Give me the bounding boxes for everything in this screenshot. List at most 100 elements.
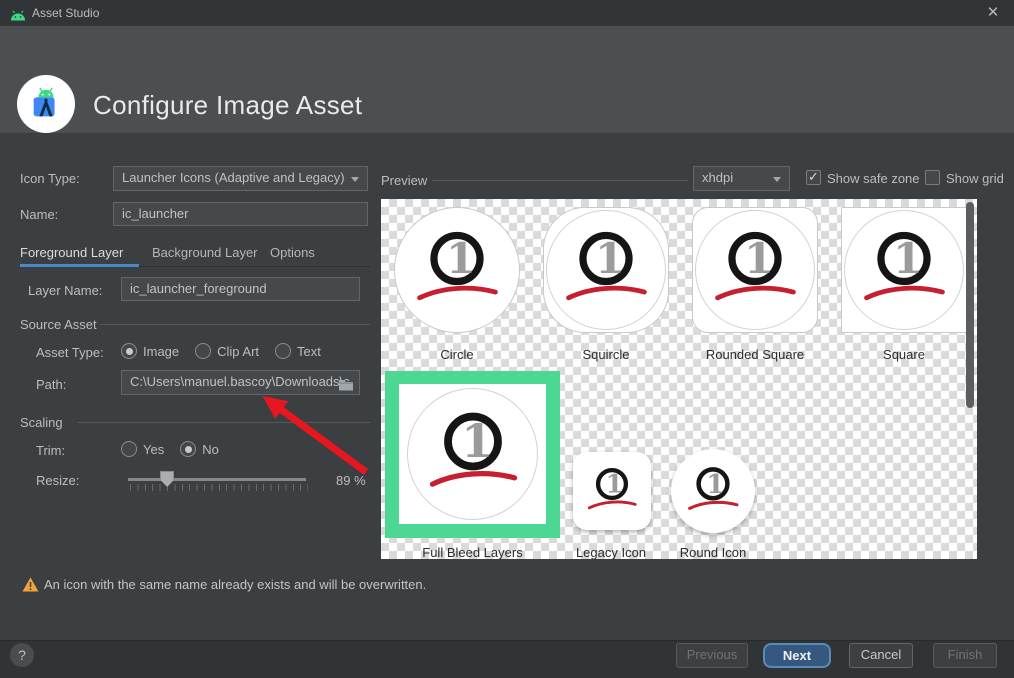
icon-type-value: Launcher Icons (Adaptive and Legacy) xyxy=(122,170,345,185)
source-image-logo: 1 xyxy=(583,462,641,520)
chevron-down-icon xyxy=(773,177,781,182)
source-image-logo: 1 xyxy=(707,222,803,318)
shape-label-rounded-square: Rounded Square xyxy=(705,347,805,362)
variant-full-bleed-layers-selected[interactable]: 1 xyxy=(385,371,560,538)
section-divider xyxy=(78,422,370,423)
variant-label-legacy: Legacy Icon xyxy=(575,545,647,559)
finish-button[interactable]: Finish xyxy=(933,643,997,668)
warning-icon xyxy=(22,577,39,597)
annotation-arrow xyxy=(262,395,369,475)
asset-type-radio-group: Image Clip Art Text xyxy=(121,343,331,359)
icon-type-label: Icon Type: xyxy=(20,171,80,186)
path-label: Path: xyxy=(36,377,67,392)
preview-canvas: 1 1 1 1 Circle Squircle Rounded Square S… xyxy=(381,199,977,559)
source-asset-section-label: Source Asset xyxy=(20,317,97,332)
preview-tile-squircle: 1 xyxy=(543,207,669,333)
window-titlebar[interactable]: Asset Studio ✕ xyxy=(0,0,1014,26)
radio-image-label: Image xyxy=(143,343,180,359)
variant-round-icon[interactable]: 1 xyxy=(671,449,755,533)
asset-type-label: Asset Type: xyxy=(36,345,104,360)
preview-tile-circle: 1 xyxy=(394,207,520,333)
svg-text:1: 1 xyxy=(446,233,475,283)
trim-label: Trim: xyxy=(36,443,66,458)
svg-text:1: 1 xyxy=(605,470,623,500)
radio-trim-yes-control[interactable] xyxy=(121,441,137,457)
radio-image[interactable]: Image xyxy=(121,343,179,359)
icon-type-select[interactable]: Launcher Icons (Adaptive and Legacy) xyxy=(113,166,368,191)
chevron-down-icon xyxy=(351,177,359,182)
tab-options[interactable]: Options xyxy=(270,245,315,260)
next-button[interactable]: Next xyxy=(763,643,831,668)
window-title: Asset Studio xyxy=(32,6,100,20)
trim-radio-group: Yes No xyxy=(121,441,229,457)
previous-button[interactable]: Previous xyxy=(676,643,748,668)
cancel-button[interactable]: Cancel xyxy=(849,643,913,668)
resize-slider[interactable] xyxy=(128,469,308,493)
radio-trim-no[interactable]: No xyxy=(180,441,219,457)
svg-text:1: 1 xyxy=(893,233,922,283)
android-studio-logo-icon xyxy=(17,75,75,133)
radio-clip-art[interactable]: Clip Art xyxy=(195,343,259,359)
dialog-header: Configure Image Asset xyxy=(0,26,1014,133)
variant-label-full-bleed: Full Bleed Layers xyxy=(422,545,523,559)
slider-ticks xyxy=(130,484,308,491)
source-image-logo: 1 xyxy=(421,402,525,506)
svg-text:1: 1 xyxy=(461,414,493,468)
variant-legacy-icon[interactable]: 1 xyxy=(573,452,651,530)
name-label: Name: xyxy=(20,207,59,222)
radio-image-control[interactable] xyxy=(121,343,137,359)
show-grid-checkbox[interactable] xyxy=(925,170,940,185)
show-grid-label: Show grid xyxy=(946,171,1004,186)
radio-trim-no-label: No xyxy=(202,441,219,457)
asset-studio-dialog: Asset Studio ✕ Configure Image Asset Ico… xyxy=(0,0,1014,678)
active-tab-underline xyxy=(20,264,139,267)
resize-value: 89 % xyxy=(336,473,366,488)
help-button[interactable]: ? xyxy=(10,643,34,667)
source-image-logo: 1 xyxy=(683,461,743,521)
section-divider xyxy=(100,324,370,325)
radio-trim-yes[interactable]: Yes xyxy=(121,441,164,457)
page-title: Configure Image Asset xyxy=(93,90,363,120)
full-bleed-inner: 1 xyxy=(399,384,546,524)
preview-scrollbar-thumb[interactable] xyxy=(966,202,974,408)
source-image-logo: 1 xyxy=(856,222,952,318)
path-input[interactable]: C:\Users\manuel.bascoy\Downloads\c xyxy=(121,370,360,395)
radio-text-control[interactable] xyxy=(275,343,292,359)
radio-trim-no-control[interactable] xyxy=(180,441,197,457)
radio-trim-yes-label: Yes xyxy=(143,441,165,457)
source-image-logo: 1 xyxy=(558,222,654,318)
svg-text:1: 1 xyxy=(595,233,624,283)
android-logo-icon xyxy=(10,8,26,26)
layer-name-label: Layer Name: xyxy=(28,283,103,298)
folder-browse-icon[interactable] xyxy=(338,376,354,394)
section-divider xyxy=(432,180,688,181)
scaling-section-label: Scaling xyxy=(20,415,63,430)
show-safe-zone-label: Show safe zone xyxy=(827,171,920,186)
shape-label-circle: Circle xyxy=(440,347,474,362)
source-image-logo: 1 xyxy=(409,222,505,318)
density-value: xhdpi xyxy=(702,170,734,185)
preview-section-label: Preview xyxy=(381,173,428,188)
resize-label: Resize: xyxy=(36,473,80,488)
svg-text:1: 1 xyxy=(744,233,773,283)
show-safe-zone-checkbox[interactable] xyxy=(806,169,821,185)
radio-text-label: Text xyxy=(297,343,321,359)
shape-label-square: Square xyxy=(883,347,925,362)
warning-text: An icon with the same name already exist… xyxy=(44,577,427,592)
close-icon[interactable]: ✕ xyxy=(982,2,1004,24)
tab-foreground-layer[interactable]: Foreground Layer xyxy=(20,245,123,260)
density-select[interactable]: xhdpi xyxy=(693,166,790,191)
radio-text[interactable]: Text xyxy=(275,343,321,359)
slider-track[interactable] xyxy=(128,478,306,481)
preview-tile-rounded-square: 1 xyxy=(692,207,818,333)
radio-clip-art-label: Clip Art xyxy=(217,343,260,359)
preview-tile-square: 1 xyxy=(841,207,967,333)
tab-background-layer[interactable]: Background Layer xyxy=(152,245,258,260)
shape-label-squircle: Squircle xyxy=(582,347,630,362)
path-value: C:\Users\manuel.bascoy\Downloads\c xyxy=(130,374,350,389)
variant-label-round: Round Icon xyxy=(679,545,747,559)
name-input[interactable]: ic_launcher xyxy=(113,202,368,226)
radio-clip-art-control[interactable] xyxy=(195,343,212,359)
layer-name-input[interactable]: ic_launcher_foreground xyxy=(121,277,360,301)
svg-text:1: 1 xyxy=(706,469,724,500)
